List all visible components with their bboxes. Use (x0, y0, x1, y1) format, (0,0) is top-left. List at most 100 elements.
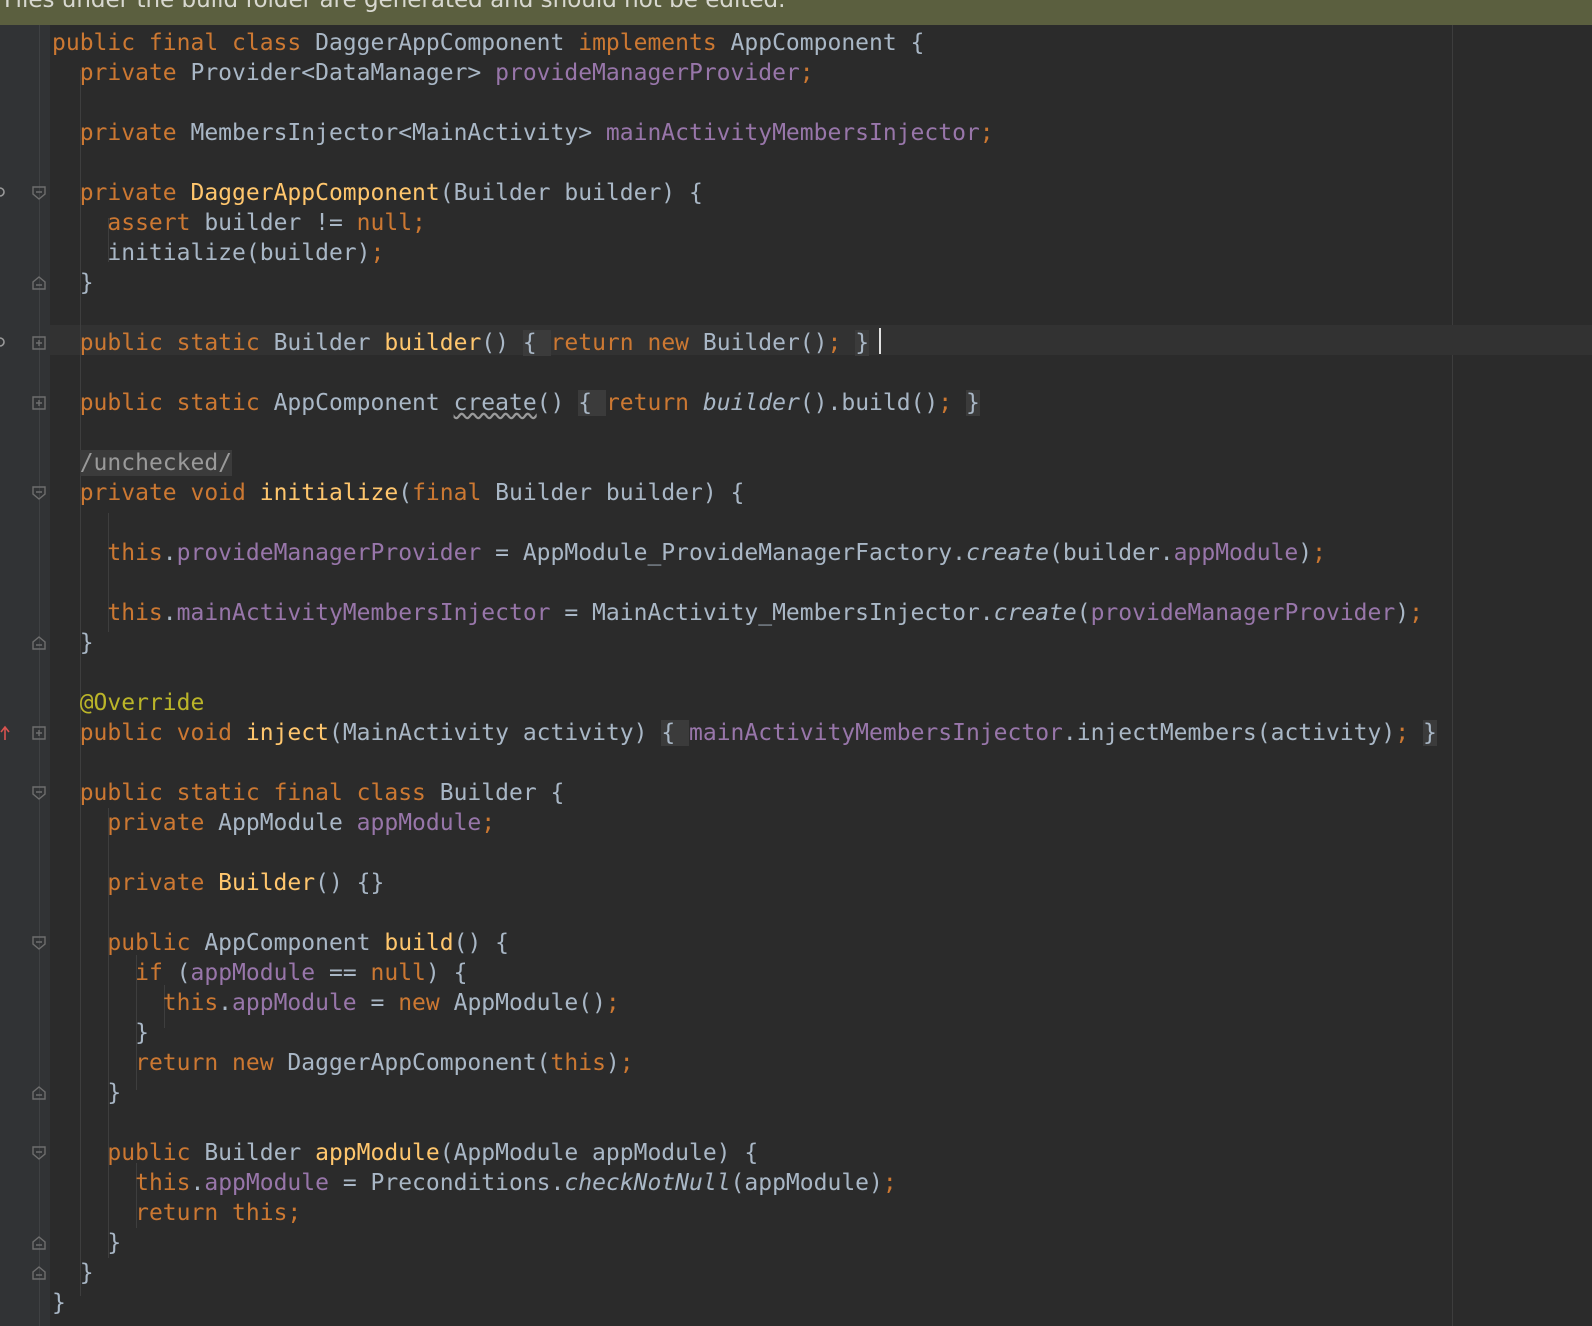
code-line[interactable]: return this; (52, 1198, 1437, 1228)
code-line[interactable] (52, 568, 1437, 598)
code-token: provideManagerProvider (176, 540, 482, 566)
fold-open-icon[interactable] (31, 935, 47, 951)
code-line[interactable] (52, 358, 1437, 388)
code-token: create (993, 600, 1077, 626)
code-line[interactable]: private AppModule appModule; (52, 808, 1437, 838)
fold-close-icon[interactable] (31, 1265, 47, 1281)
code-line[interactable] (52, 898, 1437, 928)
code-line[interactable]: assert builder != null; (52, 208, 1437, 238)
code-token: . (162, 540, 177, 566)
code-line[interactable]: public Builder appModule(AppModule appMo… (52, 1138, 1437, 1168)
code-line[interactable]: this.appModule = new AppModule(); (52, 988, 1437, 1018)
code-line[interactable]: if (appModule == null) { (52, 958, 1437, 988)
code-line[interactable]: } (52, 1018, 1437, 1048)
code-token: mainActivityMembersInjector (605, 120, 980, 146)
code-line[interactable]: public void inject(MainActivity activity… (52, 718, 1437, 748)
fold-open-icon[interactable] (31, 485, 47, 501)
code-token: return (605, 390, 703, 416)
code-token: ; (799, 60, 814, 86)
code-line[interactable] (52, 1108, 1437, 1138)
code-token: .injectMembers(activity) (1062, 720, 1396, 746)
code-line[interactable]: } (52, 1258, 1437, 1288)
code-token: = Preconditions. (328, 1170, 565, 1196)
code-line[interactable]: public static Builder builder() { return… (52, 328, 1437, 358)
code-line[interactable] (52, 658, 1437, 688)
code-line[interactable] (52, 418, 1437, 448)
code-token: return new (135, 1050, 288, 1076)
code-line[interactable]: } (52, 1228, 1437, 1258)
fold-close-icon[interactable] (31, 1085, 47, 1101)
code-token: this (107, 600, 163, 626)
code-token: ; (481, 810, 496, 836)
code-token: { (522, 330, 551, 356)
code-editor[interactable]: public final class DaggerAppComponent im… (52, 28, 1437, 1318)
code-token: public void (79, 720, 246, 746)
code-line[interactable]: private Provider<DataManager> provideMan… (52, 58, 1437, 88)
code-line[interactable]: @Override (52, 688, 1437, 718)
code-line[interactable]: this.provideManagerProvider = AppModule_… (52, 538, 1437, 568)
code-token: } (52, 630, 94, 656)
fold-open-icon[interactable] (31, 1145, 47, 1161)
fold-open-icon[interactable] (31, 785, 47, 801)
code-line[interactable] (52, 88, 1437, 118)
code-line[interactable] (52, 838, 1437, 868)
fold-close-icon[interactable] (31, 275, 47, 291)
code-line[interactable] (52, 148, 1437, 178)
code-line[interactable]: private void initialize(final Builder bu… (52, 478, 1437, 508)
code-line[interactable] (52, 298, 1437, 328)
override-arrow-icon[interactable] (0, 725, 10, 740)
code-line[interactable]: this.appModule = Preconditions.checkNotN… (52, 1168, 1437, 1198)
code-token: appModule (204, 1170, 329, 1196)
fold-close-icon[interactable] (31, 635, 47, 651)
fold-open-icon[interactable] (31, 185, 47, 201)
code-line[interactable]: initialize(builder); (52, 238, 1437, 268)
code-token: appModule (232, 990, 357, 1016)
code-line[interactable]: private MembersInjector<MainActivity> ma… (52, 118, 1437, 148)
code-line[interactable]: public static AppComponent create() { re… (52, 388, 1437, 418)
code-line[interactable]: this.mainActivityMembersInjector = MainA… (52, 598, 1437, 628)
code-token: return new (550, 330, 703, 356)
code-line[interactable]: public static final class Builder { (52, 778, 1437, 808)
editor-gutter[interactable] (0, 25, 50, 1326)
code-line[interactable]: private Builder() {} (52, 868, 1437, 898)
code-line[interactable] (52, 748, 1437, 778)
code-token: ( (176, 960, 191, 986)
fold-expand-icon[interactable] (31, 335, 47, 351)
usage-marker-icon[interactable] (0, 335, 10, 349)
code-line[interactable]: } (52, 1288, 1437, 1318)
code-line[interactable]: return new DaggerAppComponent(this); (52, 1048, 1437, 1078)
code-line[interactable]: public final class DaggerAppComponent im… (52, 28, 1437, 58)
code-token: . (190, 1170, 205, 1196)
code-line[interactable]: public AppComponent build() { (52, 928, 1437, 958)
code-token: ; (1409, 600, 1423, 626)
code-token: } (52, 1080, 122, 1106)
code-token: final (412, 480, 496, 506)
code-token: DaggerAppComponent (315, 30, 579, 56)
code-token: MembersInjector<MainActivity> (190, 120, 606, 146)
code-token: = (356, 990, 399, 1016)
code-token: @Override (79, 690, 205, 716)
code-line[interactable]: } (52, 628, 1437, 658)
code-line[interactable] (52, 508, 1437, 538)
fold-expand-icon[interactable] (31, 395, 47, 411)
fold-expand-icon[interactable] (31, 725, 47, 741)
code-line[interactable]: /unchecked/ (52, 448, 1437, 478)
code-line[interactable]: } (52, 1078, 1437, 1108)
usage-marker-icon[interactable] (0, 185, 10, 199)
fold-close-icon[interactable] (31, 1235, 47, 1251)
code-token: public static final class (79, 780, 440, 806)
code-token: ; (605, 990, 620, 1016)
code-line[interactable]: private DaggerAppComponent(Builder build… (52, 178, 1437, 208)
code-line[interactable]: } (52, 268, 1437, 298)
code-token: build (384, 930, 454, 956)
